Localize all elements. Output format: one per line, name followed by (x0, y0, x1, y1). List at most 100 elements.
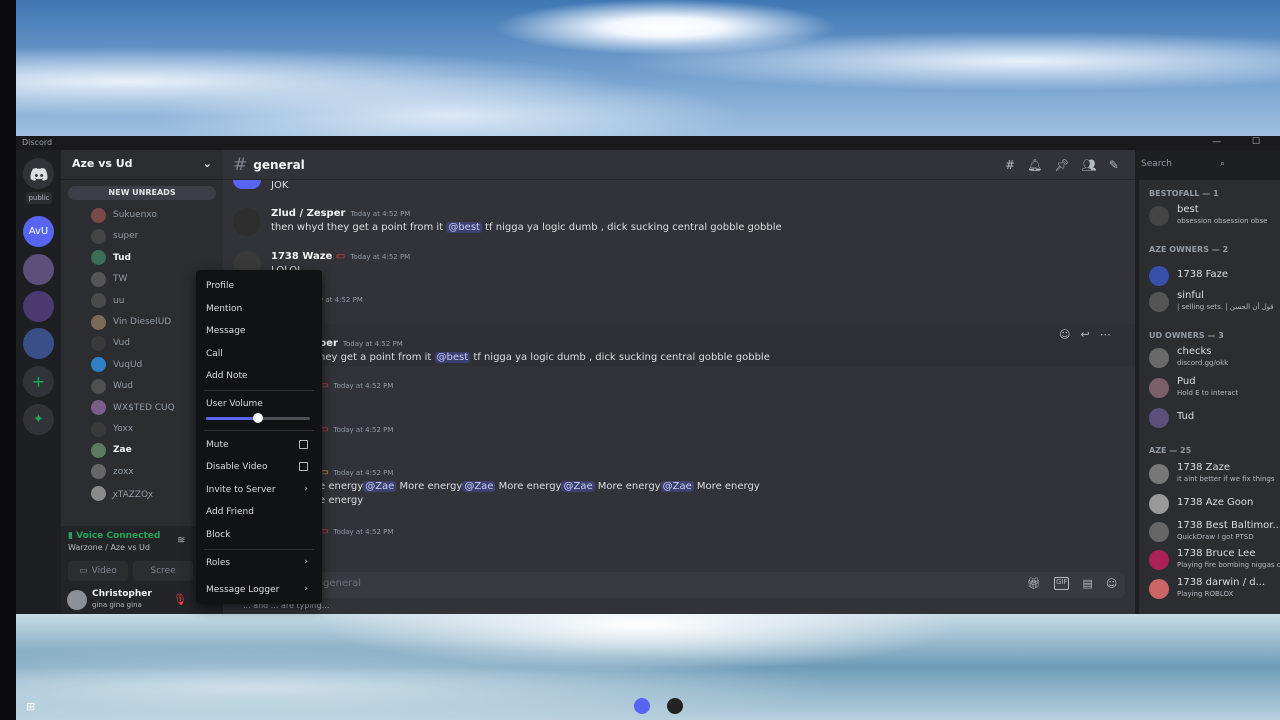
voice-member[interactable]: WX$TED CUQ (91, 399, 175, 417)
avatar[interactable] (233, 180, 261, 189)
server-folder-icon[interactable] (23, 328, 54, 359)
voice-member[interactable]: zoxx (91, 463, 134, 481)
new-unreads-badge[interactable]: NEW UNREADS (68, 186, 216, 200)
voice-member[interactable]: Vin DieselUD (91, 313, 171, 331)
member-item[interactable]: Tud (1149, 406, 1280, 432)
user-volume-slider[interactable] (206, 413, 310, 423)
voice-member-name: Vud (113, 338, 130, 349)
gif-icon[interactable]: GIF (1053, 577, 1070, 590)
voice-member[interactable]: super (91, 227, 138, 245)
member-item[interactable]: 1738 Zaze it aint better if we fix things (1149, 462, 1280, 488)
window-controls[interactable]: — ☐ (1212, 137, 1274, 147)
voice-member[interactable]: VuqUd (91, 356, 142, 374)
avatar[interactable] (233, 208, 261, 236)
menu-item-mention[interactable]: Mention (206, 304, 242, 314)
bell-icon[interactable]: 🔔︎ (1027, 158, 1042, 172)
menu-item-mute[interactable]: Mute (206, 440, 229, 450)
avatar (91, 357, 106, 373)
menu-item-invite-to-server[interactable]: Invite to Server (206, 485, 276, 495)
disable-video-checkbox[interactable] (299, 462, 308, 471)
menu-item-block[interactable]: Block (206, 530, 230, 540)
search-input[interactable]: Search ⌕ (1135, 156, 1231, 174)
mute-microphone-icon[interactable]: 🎙︎ (173, 593, 187, 606)
member-item[interactable]: Pud Hold E to interact (1149, 376, 1280, 402)
user-mention[interactable]: @Zae (561, 481, 595, 492)
edit-icon[interactable]: ✎ (1109, 158, 1119, 172)
emoji-icon[interactable]: ☺ (1106, 577, 1117, 590)
voice-member[interactable]: Sukuenxo (91, 206, 157, 224)
message-text: hey get a point from it @best tf nigga y… (319, 352, 770, 363)
members-icon[interactable]: 👥︎ (1082, 158, 1097, 172)
start-button[interactable]: ⊞ (26, 700, 38, 713)
user-mention[interactable]: @Zae (462, 481, 496, 492)
member-item[interactable]: 1738 Bruce Lee Playing fire bombing nigga… (1149, 548, 1280, 574)
discord-taskbar-icon[interactable] (634, 698, 650, 714)
member-item[interactable]: 1738 Faze (1149, 264, 1280, 290)
voice-member[interactable]: Zae (91, 441, 132, 459)
menu-item-roles[interactable]: Roles (206, 558, 230, 568)
member-item[interactable]: 1738 Best Baltimor... QuickDraw I got PTS… (1149, 520, 1280, 546)
chat-area: # general # 🔔︎ 📌︎ 👥︎ ✎ Search ⌕ JOK Zlud… (223, 150, 1231, 614)
mute-checkbox[interactable] (299, 440, 308, 449)
app-title: Discord (22, 138, 53, 147)
menu-item-add-friend[interactable]: Add Friend (206, 507, 254, 517)
member-item[interactable]: best obsession obsession obse (1149, 204, 1280, 230)
header-toolbar: # 🔔︎ 📌︎ 👥︎ ✎ (1005, 158, 1119, 172)
voice-member[interactable]: Tud (91, 249, 131, 267)
voice-member[interactable]: TW (91, 270, 127, 288)
add-reaction-icon[interactable]: ☺ (1059, 328, 1070, 341)
member-item[interactable]: sinful | selling sets. | قول أن الحسن (1149, 290, 1280, 316)
user-mention[interactable]: @Zae (660, 481, 694, 492)
pin-icon[interactable]: 📌︎ (1054, 158, 1069, 172)
add-server-icon[interactable]: + (23, 366, 54, 397)
discord-home-icon[interactable] (23, 158, 54, 189)
gift-icon[interactable]: 🎁︎ (1027, 577, 1041, 590)
voice-location[interactable]: Warzone / Aze vs Ud (68, 543, 150, 552)
slider-fill (206, 417, 258, 420)
screen-share-button[interactable]: Scree (133, 561, 193, 581)
menu-item-add-note[interactable]: Add Note (206, 371, 248, 381)
server-folder-icon[interactable] (23, 291, 54, 322)
message-input[interactable]: general 🎁︎ GIF ▤ ☺ (233, 572, 1125, 598)
threads-icon[interactable]: # (1005, 158, 1015, 172)
menu-item-disable-video[interactable]: Disable Video (206, 462, 267, 472)
server-icon-current[interactable]: AvU (23, 216, 54, 247)
menu-item-profile[interactable]: Profile (206, 281, 234, 291)
noise-suppression-icon[interactable]: ≋ (177, 535, 185, 546)
voice-member[interactable]: Yoxx (91, 420, 133, 438)
menu-item-message-logger[interactable]: Message Logger (206, 585, 279, 595)
chevron-right-icon: › (304, 484, 308, 494)
voice-member[interactable]: Vud (91, 334, 130, 352)
voice-member-name: Sukuenxo (113, 210, 157, 220)
public-folder-label[interactable]: public (26, 192, 52, 204)
member-item[interactable]: checks discord.gg/okk (1149, 346, 1280, 372)
voice-member[interactable]: ꭙTAZZOꭙ (91, 484, 153, 502)
message-author[interactable]: per Today at 4:52 PM (319, 338, 403, 349)
menu-item-message[interactable]: Message (206, 326, 245, 336)
user-mention[interactable]: @best (434, 352, 471, 363)
reply-icon[interactable]: ↩ (1080, 328, 1089, 341)
server-header[interactable]: Aze vs Ud ⌄ (61, 150, 223, 180)
timestamp: Today at 4:52 PM (333, 426, 394, 434)
voice-member[interactable]: uu (91, 292, 124, 310)
user-mention[interactable]: @Zae (363, 481, 397, 492)
explore-compass-icon[interactable]: ✦ (23, 404, 54, 435)
avatar (91, 378, 106, 394)
server-icon[interactable] (23, 254, 54, 285)
menu-item-call[interactable]: Call (206, 349, 223, 359)
video-button[interactable]: ▭ Video (68, 561, 128, 581)
avatar (91, 400, 106, 416)
sticker-icon[interactable]: ▤ (1082, 577, 1092, 590)
avatar[interactable] (67, 590, 87, 610)
app-taskbar-icon[interactable] (667, 698, 683, 714)
slider-handle[interactable] (253, 413, 263, 423)
message-author[interactable]: 1738 Waze ▭ Today at 4:52 PM (271, 251, 410, 262)
user-mention[interactable]: @best (446, 222, 482, 233)
timestamp: Today at 4:52 PM (342, 340, 403, 348)
more-icon[interactable]: ⋯ (1100, 328, 1111, 341)
message-author[interactable]: Zlud / Zesper Today at 4:52 PM (271, 208, 410, 219)
member-item[interactable]: 1738 Aze Goon (1149, 492, 1280, 518)
voice-member[interactable]: Wud (91, 377, 133, 395)
message-hovered: per Today at 4:52 PM hey get a point from… (223, 324, 1135, 366)
member-item[interactable]: 1738 darwin / d... Playing ROBLOX (1149, 577, 1280, 603)
